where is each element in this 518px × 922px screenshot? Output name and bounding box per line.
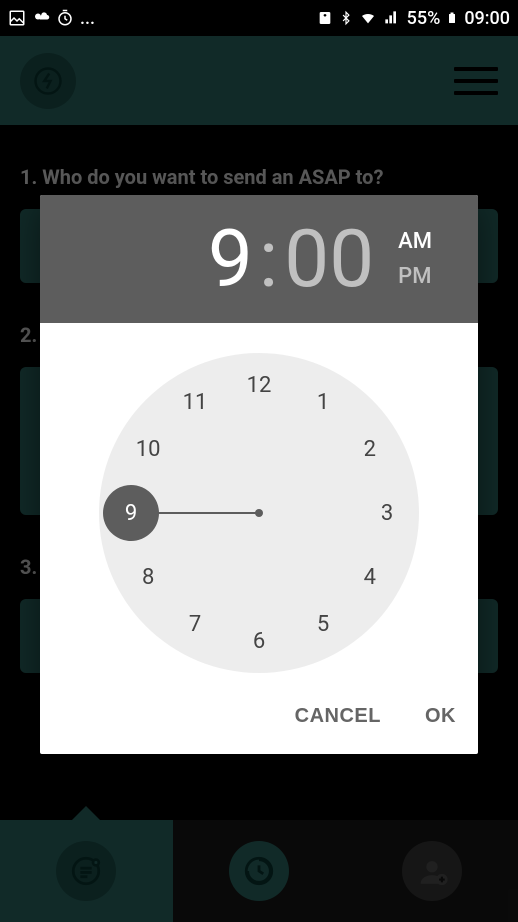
battery-icon [446,9,458,27]
clock-hour-11[interactable]: 11 [178,385,212,419]
clock-hour-12[interactable]: 12 [242,368,276,402]
am-toggle[interactable]: AM [398,224,432,259]
clock-hour-7[interactable]: 7 [178,607,212,641]
clock-hour-1[interactable]: 1 [306,385,340,419]
signal-icon [383,10,401,26]
clock-time: 09:00 [464,8,510,29]
time-picker-dialog: 9 : 00 AM PM 9 12 12 3 45678 9 10 11 CANCEL OK [40,195,478,754]
weather-icon [32,9,50,27]
clock-hour-4[interactable]: 4 [353,560,387,594]
more-indicator: ... [80,8,95,29]
clock-selected-indicator[interactable]: 9 [103,485,159,541]
selected-minute[interactable]: 00 [284,212,374,306]
bluetooth-icon [339,9,353,27]
clock-hour-5[interactable]: 5 [306,607,340,641]
clock-hour-2[interactable]: 2 [353,432,387,466]
clock-hour-10[interactable]: 10 [131,432,165,466]
pm-toggle[interactable]: PM [398,259,432,294]
clock-face[interactable]: 9 121234567891011 [99,353,419,673]
ok-button[interactable]: OK [425,705,456,728]
gallery-icon [8,9,26,27]
timer-icon [56,9,74,27]
time-separator: : [259,212,278,306]
time-display-header: 9 : 00 AM PM [40,195,478,323]
selected-hour[interactable]: 9 [208,212,253,306]
battery-pct: 55% [407,8,441,29]
wifi-icon [359,10,377,26]
clock-hour-8[interactable]: 8 [131,560,165,594]
cancel-button[interactable]: CANCEL [295,705,381,728]
clock-center [255,509,263,517]
status-bar: ... 55% 09:00 [0,0,518,36]
battery-saver-icon [317,10,333,26]
clock-hour-3[interactable]: 3 [370,496,404,530]
clock-hour-6[interactable]: 6 [242,624,276,658]
